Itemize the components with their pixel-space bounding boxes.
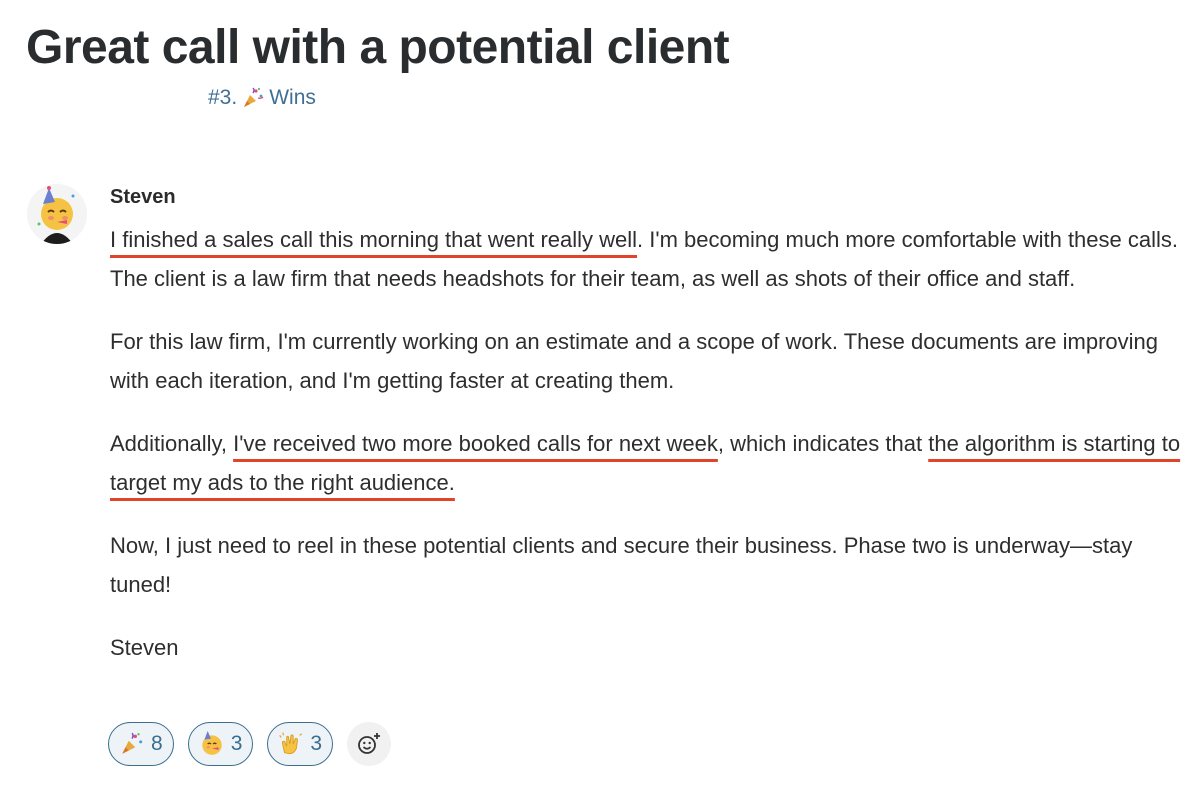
paragraph-1: I finished a sales call this morning tha… [110, 220, 1185, 298]
reaction-party[interactable]: 8 [108, 722, 174, 766]
signature: Steven [110, 635, 179, 660]
highlighted-text: I finished a sales call this morning tha… [110, 227, 638, 252]
category-name: Wins [269, 86, 316, 109]
reactions-bar: 8 3 3 [108, 722, 392, 766]
paragraph-text: , which indicates that [717, 431, 929, 456]
paragraph-3: Additionally, I've received two more boo… [110, 424, 1185, 502]
highlighted-text: I've received two more booked calls for … [233, 431, 718, 456]
reaction-partying-face[interactable]: 3 [187, 722, 254, 766]
party-popper-icon [244, 87, 264, 107]
party-popper-icon [122, 732, 143, 754]
paragraph-text: Additionally, [110, 431, 234, 456]
post-title: Great call with a potential client [26, 21, 730, 74]
paragraph-2: For this law firm, I'm currently working… [110, 329, 1159, 393]
clapping-hands-icon [279, 732, 303, 755]
reaction-clap[interactable]: 3 [267, 722, 334, 766]
avatar-partying-face-icon [27, 184, 87, 244]
partying-face-icon [201, 731, 222, 755]
avatar[interactable] [27, 184, 87, 244]
comment-body: I finished a sales call this morning tha… [110, 220, 1185, 667]
reaction-count: 3 [310, 732, 323, 755]
reaction-count: 3 [230, 732, 243, 755]
post-category-link[interactable]: #3. Wins [208, 86, 316, 110]
comment-author[interactable]: Steven [110, 186, 176, 209]
add-reaction-button[interactable] [347, 722, 392, 766]
post-page: Great call with a potential client #3. W… [0, 0, 1200, 794]
add-emoji-icon [358, 733, 381, 754]
reaction-count: 8 [151, 732, 163, 755]
paragraph-4: Now, I just need to reel in these potent… [110, 533, 1133, 597]
category-number: #3. [208, 86, 238, 109]
